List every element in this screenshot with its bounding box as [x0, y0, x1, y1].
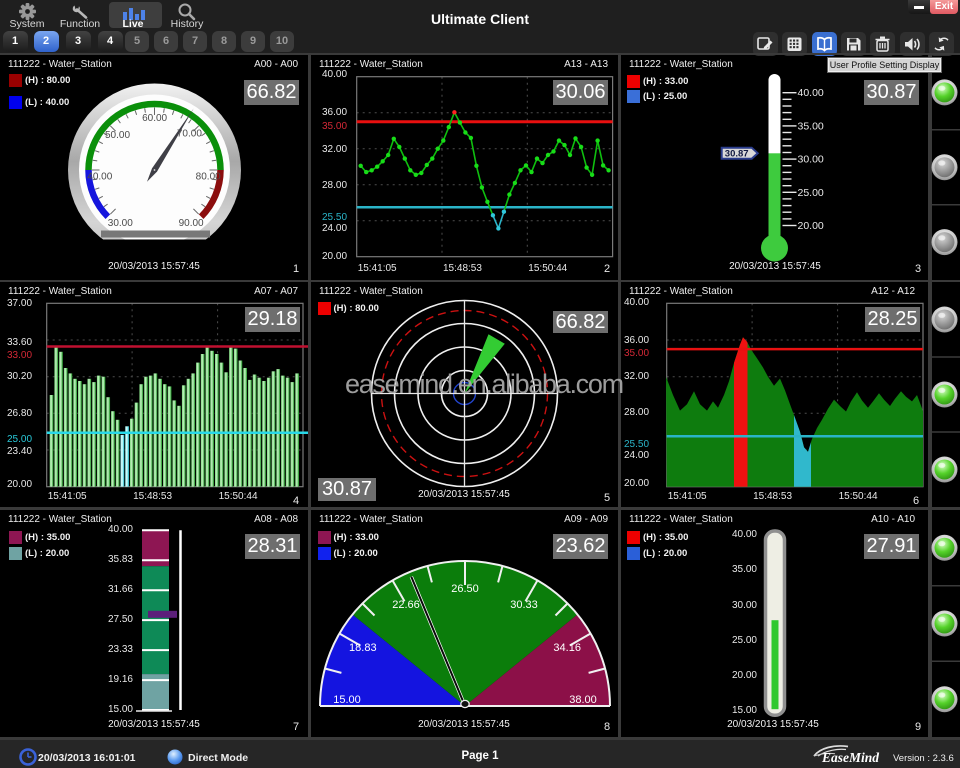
svg-text:40.00: 40.00: [87, 172, 112, 183]
svg-text:34.16: 34.16: [553, 642, 581, 654]
svg-text:22.66: 22.66: [392, 599, 420, 611]
svg-text:15.00: 15.00: [333, 694, 361, 706]
svg-text:30.00: 30.00: [798, 154, 824, 166]
svg-text:30.33: 30.33: [510, 599, 538, 611]
svg-text:35.00: 35.00: [798, 120, 824, 132]
svg-text:25.00: 25.00: [798, 187, 824, 199]
svg-text:18.83: 18.83: [349, 642, 377, 654]
svg-text:40.00: 40.00: [798, 87, 824, 99]
svg-text:20.00: 20.00: [798, 220, 824, 232]
svg-text:80.00: 80.00: [196, 172, 221, 183]
svg-text:30.87: 30.87: [725, 149, 749, 160]
svg-text:EaseMind: EaseMind: [821, 750, 879, 765]
svg-text:26.50: 26.50: [451, 583, 479, 595]
svg-text:30.00: 30.00: [108, 218, 133, 229]
svg-text:38.00: 38.00: [569, 694, 597, 706]
svg-text:50.00: 50.00: [105, 130, 130, 141]
svg-text:90.00: 90.00: [179, 218, 204, 229]
svg-text:60.00: 60.00: [142, 113, 167, 124]
